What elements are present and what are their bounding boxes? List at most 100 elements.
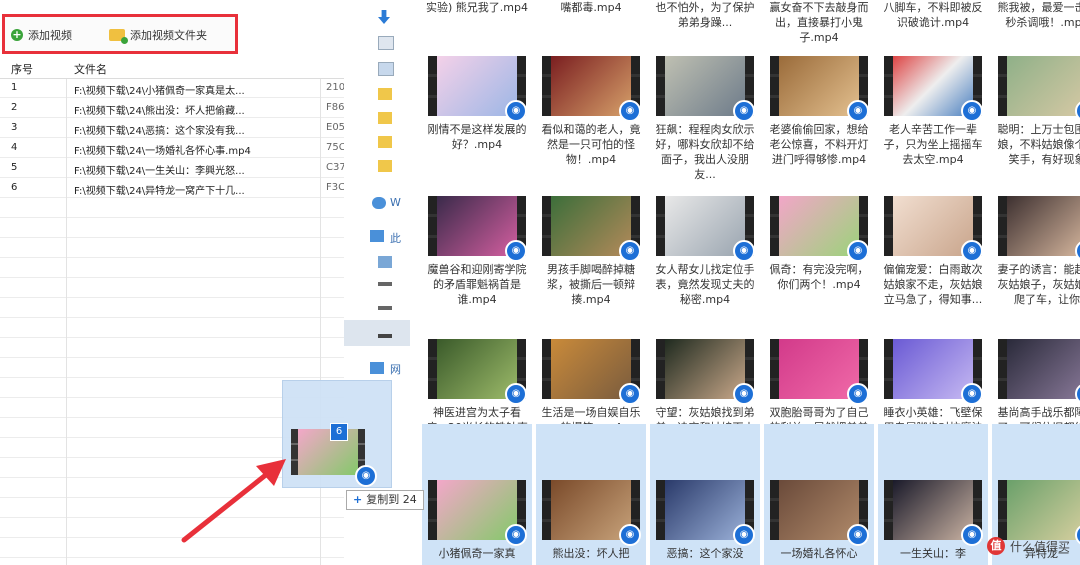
video-file-tile[interactable]: ◉妻子的诱言：能赶紧灰姑娘子，灰姑娘直爬了车，让你 — [992, 140, 1080, 306]
video-thumbnail: ◉ — [770, 196, 869, 262]
downloads-icon[interactable] — [378, 10, 390, 24]
row-extra: 75C — [326, 142, 344, 153]
video-file-tile[interactable]: ◉基尚高手战乐都障得了，可们依旧都终身到.mp4 — [992, 283, 1080, 449]
row-extra: F3C — [326, 182, 344, 193]
video-thumbnail: ◉ — [542, 196, 641, 262]
nav-item-onedrive[interactable]: W — [390, 196, 401, 209]
file-caption: 恶搞：这个家没 — [666, 547, 744, 560]
video-file-tile[interactable]: ◉聪明：上万士包围姑娘，不料姑娘像个傻笑手，有好现象 — [992, 0, 1080, 166]
video-file-tile-selected[interactable]: ◉ 一场婚礼各怀心 — [764, 424, 874, 565]
video-thumbnail: ◉ — [542, 56, 641, 122]
drive-icon[interactable] — [378, 334, 392, 338]
video-file-tile[interactable]: ◉守望：灰姑娘找到弟弟，决定和姑娘下山住酒店，也原谅了... — [650, 283, 760, 449]
video-thumbnail: ◉ — [656, 339, 755, 405]
video-file-tile[interactable]: ◉ 狂飙：程程肉女欣示好，哪料女欣却不给面子，我出人没朋友... — [650, 0, 760, 181]
row-file-path: F:\视频下载\24\小猪佩奇一家真是太... — [74, 86, 245, 97]
video-file-tile-selected[interactable]: ◉ 恶搞：这个家没 — [650, 424, 760, 565]
add-folder-label: 添加视频文件夹 — [130, 29, 207, 42]
table-row[interactable]: 4 F:\视频下载\24\一场婚礼各怀心事.mp4 75C — [0, 138, 344, 158]
nav-item-network[interactable]: 网 — [390, 361, 401, 377]
copy-tooltip: + 复制到 24 — [346, 490, 424, 510]
row-file-path: F:\视频下载\24\恶搞：这个家没有我... — [74, 126, 245, 137]
file-list-header: 序号 文件名 — [0, 58, 344, 79]
file-caption: 小猪佩奇一家真 — [438, 547, 516, 560]
video-file-tile[interactable]: ◉ 刚情不是这样发展的好？.mp4 — [422, 0, 532, 151]
folder-icon[interactable] — [378, 136, 392, 148]
player-icon: ◉ — [355, 465, 377, 487]
video-thumbnail: ◉ — [998, 196, 1080, 262]
row-number: 3 — [11, 122, 18, 133]
documents-icon[interactable] — [378, 36, 394, 50]
player-icon: ◉ — [505, 100, 527, 122]
video-thumbnail: ◉ — [542, 339, 641, 405]
video-file-tile[interactable]: ◉ 女人帮女儿找定位手表，竟然发现丈夫的秘密.mp4 — [650, 140, 760, 306]
video-thumbnail: ◉ — [884, 339, 983, 405]
video-file-tile-selected[interactable]: ◉ 一生关山：李 — [878, 424, 988, 565]
row-extra: E05 — [326, 122, 344, 133]
player-icon: ◉ — [733, 383, 755, 405]
player-icon: ◉ — [733, 100, 755, 122]
row-file-path: F:\视频下载\24\熊出没：坏人把偷藏... — [74, 106, 245, 117]
player-icon: ◉ — [847, 383, 869, 405]
folder-icon[interactable] — [378, 112, 392, 124]
player-icon: ◉ — [619, 100, 641, 122]
video-thumbnail: ◉ — [656, 196, 755, 262]
video-thumbnail: ◉ — [428, 480, 527, 546]
video-thumbnail: ◉ — [998, 480, 1080, 546]
table-row[interactable]: 6 F:\视频下载\24\异特龙一窝产下十几... F3C — [0, 178, 344, 198]
player-icon: ◉ — [619, 524, 641, 546]
column-header-name[interactable]: 文件名 — [74, 61, 107, 77]
add-video-label: 添加视频 — [28, 29, 72, 42]
pictures-icon[interactable] — [378, 62, 394, 76]
table-row[interactable]: 1 F:\视频下载\24\小猪佩奇一家真是太... 210 — [0, 78, 344, 98]
row-extra: 210 — [326, 82, 344, 93]
add-folder-button[interactable]: 添加视频文件夹 — [109, 25, 207, 45]
folder-icon[interactable] — [378, 160, 392, 172]
video-file-tile[interactable]: ◉双胞胎哥哥为了自己的利益，居然把弟弟给给.mp4 — [764, 283, 874, 449]
video-thumbnail: ◉ — [884, 480, 983, 546]
row-extra: F86 — [326, 102, 344, 113]
nav-selected-drive[interactable] — [344, 320, 410, 346]
player-icon: ◉ — [847, 240, 869, 262]
video-file-tile-selected[interactable]: ◉ 小猪佩奇一家真 — [422, 424, 532, 565]
watermark-text: 什么值得买 — [1009, 539, 1070, 554]
video-thumbnail: ◉ — [770, 56, 869, 122]
file-list[interactable]: 序号 文件名 1 F:\视频下载\24\小猪佩奇一家真是太... 210 2 F… — [0, 58, 344, 565]
video-file-tile-selected[interactable]: ◉ 熊出没：坏人把 — [536, 424, 646, 565]
video-thumbnail: ◉ — [884, 56, 983, 122]
video-thumbnail: ◉ — [770, 339, 869, 405]
folder-icon[interactable] — [378, 88, 392, 100]
video-file-tile[interactable]: ◉ 老婆偷偷回家，想给老公惊喜，不料开灯进门呼得够惨.mp4 — [764, 0, 874, 166]
video-thumbnail: ◉ — [656, 480, 755, 546]
network-icon[interactable] — [370, 362, 384, 374]
drive-icon[interactable] — [378, 282, 392, 286]
video-file-tile[interactable]: ◉ 佩奇：有完没完啊，你们两个！.mp4 — [764, 140, 874, 291]
drive-icon[interactable] — [378, 256, 392, 268]
player-icon: ◉ — [619, 383, 641, 405]
table-row[interactable]: 2 F:\视频下载\24\熊出没：坏人把偷藏... F86 — [0, 98, 344, 118]
plus-icon: + — [353, 493, 363, 506]
player-icon: ◉ — [847, 100, 869, 122]
video-file-tile[interactable]: ◉神医进宫为太子看病，20米长的铁针直接抽出穴道，吓傻众人... — [422, 283, 532, 464]
column-header-no[interactable]: 序号 — [11, 61, 33, 77]
video-thumbnail: ◉ — [542, 480, 641, 546]
row-number: 2 — [11, 102, 18, 113]
video-file-tile[interactable]: ◉ 男孩手脚喝醉掉糖浆，被撕后一顿辩揍.mp4 — [536, 140, 646, 306]
add-video-button[interactable]: + 添加视频 — [11, 25, 72, 45]
table-row[interactable]: 5 F:\视频下载\24\一生关山：李興光怒... C37 — [0, 158, 344, 178]
nav-item-this-pc[interactable]: 此 — [390, 230, 401, 246]
video-file-tile[interactable]: ◉睡衣小英雄：飞壁保用专属脚步对抗魔法弟子，效果太棒啦.mp4 — [878, 283, 988, 464]
onedrive-icon[interactable] — [372, 197, 386, 209]
table-row[interactable]: 3 F:\视频下载\24\恶搞：这个家没有我... E05 — [0, 118, 344, 138]
video-file-tile[interactable]: ◉ 看似和蔼的老人，竟然是一只可怕的怪物！.mp4 — [536, 0, 646, 166]
drive-icon[interactable] — [378, 306, 392, 310]
drag-count-badge: 6 — [330, 423, 348, 441]
player-icon: ◉ — [961, 240, 983, 262]
file-explorer-window: W 此 网 实验) 熊兄我了.mp4 嘴都毒.mp4 也不怕外，为了保护弟弟身躁… — [344, 0, 1080, 565]
video-file-tile[interactable]: ◉ 老人辛苦工作一辈子，只为坐上摇摇车去太空.mp4 — [878, 0, 988, 166]
video-file-tile[interactable]: ◉生活是一场自娱自乐的爆笑.mp4 — [536, 283, 646, 434]
player-icon: ◉ — [961, 524, 983, 546]
computer-icon[interactable] — [370, 230, 384, 242]
video-file-tile[interactable]: ◉ 偏偏宠爱：白雨敢次姑娘家不走，灰姑娘立马急了，得知事... — [878, 140, 988, 306]
video-file-tile[interactable]: ◉ 魔兽谷和迎刚寄学院的矛盾罪魁祸首是谁.mp4 — [422, 140, 532, 306]
